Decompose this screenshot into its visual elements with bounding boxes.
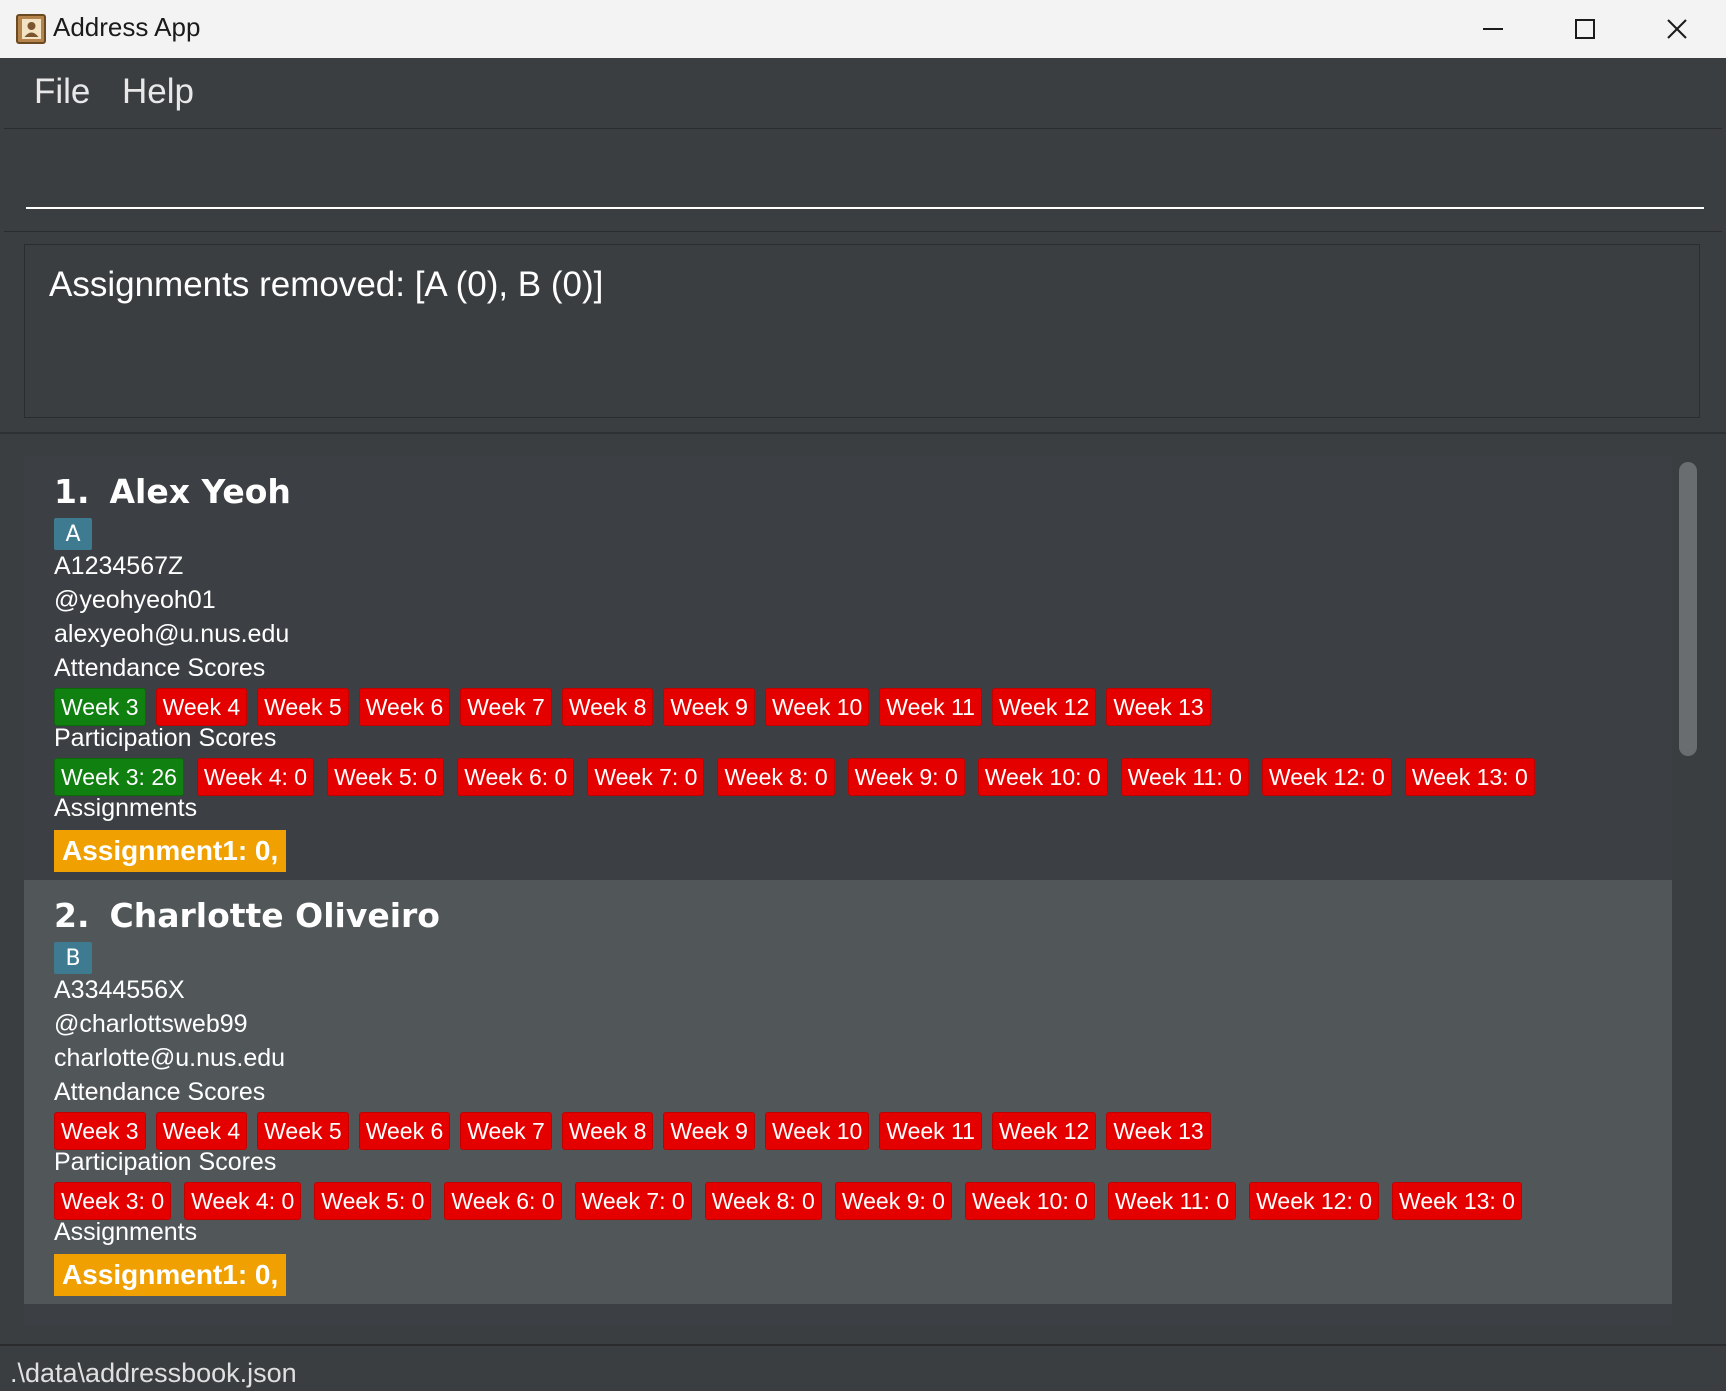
attendance-chip: Week 5 [257, 688, 349, 726]
participation-chip: Week 5: 0 [314, 1182, 432, 1220]
student-id: A3344556X [54, 976, 185, 1004]
attendance-chip: Week 10 [764, 1112, 870, 1150]
telegram-handle: @charlottsweb99 [54, 1010, 248, 1038]
person-name-row: 2. Charlotte Oliveiro [54, 896, 440, 935]
participation-chip: Week 11: 0 [1107, 1182, 1237, 1220]
attendance-chip: Week 6 [358, 688, 451, 726]
participation-chip: Week 7: 0 [587, 758, 705, 796]
participation-chip: Week 9: 0 [847, 758, 965, 796]
person-index: 1. [54, 472, 90, 511]
attendance-chip: Week 12 [991, 688, 1097, 726]
maximize-icon [1575, 19, 1595, 39]
attendance-chip: Week 3 [54, 688, 146, 726]
person-index: 2. [54, 896, 90, 935]
attendance-chips: Week 3 Week 4 Week 5 Week 6 Week 7 Week … [54, 1112, 1211, 1150]
window-title: Address App [53, 12, 201, 42]
person-name: Charlotte Oliveiro [109, 896, 440, 935]
attendance-chip: Week 7 [460, 688, 552, 726]
participation-chips: Week 3: 0 Week 4: 0 Week 5: 0 Week 6: 0 … [54, 1182, 1522, 1220]
assignments-label: Assignments [54, 794, 198, 822]
participation-chip: Week 6: 0 [457, 758, 575, 796]
command-box [4, 128, 1722, 232]
list-scrollbar-thumb[interactable] [1679, 462, 1697, 756]
group-tag: B [54, 942, 92, 974]
participation-chip: Week 3: 26 [54, 758, 184, 796]
participation-chip: Week 10: 0 [977, 758, 1108, 796]
attendance-chip: Week 13 [1106, 1112, 1211, 1150]
address-book-icon [16, 14, 46, 44]
participation-chip: Week 10: 0 [964, 1182, 1095, 1220]
participation-label: Participation Scores [54, 724, 277, 752]
participation-chip: Week 12: 0 [1261, 758, 1392, 796]
attendance-chip: Week 8 [561, 688, 654, 726]
participation-chip: Week 13: 0 [1392, 1182, 1522, 1220]
status-bar: .\data\addressbook.json [0, 1344, 1726, 1391]
attendance-chip: Week 10 [764, 688, 870, 726]
result-display: Assignments removed: [A (0), B (0)] [24, 244, 1700, 418]
participation-chip: Week 11: 0 [1120, 758, 1249, 796]
participation-chip: Week 4: 0 [196, 758, 315, 796]
attendance-chip: Week 7 [460, 1112, 552, 1150]
assignments-label: Assignments [54, 1218, 198, 1246]
close-button[interactable] [1631, 0, 1723, 58]
person-card[interactable]: 2. Charlotte Oliveiro B A3344556X @charlo… [24, 880, 1672, 1304]
person-name: Alex Yeoh [109, 472, 291, 511]
close-icon [1667, 19, 1687, 39]
person-list[interactable]: 1. Alex Yeoh A A1234567Z @yeohyeoh01 alex… [0, 432, 1726, 1344]
attendance-chip: Week 8 [561, 1112, 654, 1150]
window-title-bar: Address App [0, 0, 1726, 58]
participation-chip: Week 5: 0 [327, 758, 445, 796]
attendance-chip: Week 11 [879, 1112, 982, 1150]
attendance-chip: Week 5 [257, 1112, 349, 1150]
assignment-chip: Assignment1: 0, [54, 830, 287, 872]
participation-chip: Week 4: 0 [184, 1182, 302, 1220]
group-tag: A [54, 518, 92, 550]
attendance-label: Attendance Scores [54, 1078, 266, 1106]
assignment-chip: Assignment1: 0, [54, 1254, 287, 1296]
menu-bar: File Help [0, 58, 1726, 128]
participation-chip: Week 8: 0 [717, 758, 835, 796]
person-name-row: 1. Alex Yeoh [54, 472, 291, 511]
menu-file[interactable]: File [34, 72, 90, 112]
minimize-button[interactable] [1447, 0, 1539, 58]
participation-chip: Week 8: 0 [704, 1182, 822, 1220]
maximize-button[interactable] [1539, 0, 1631, 58]
attendance-chip: Week 3 [54, 1112, 146, 1150]
attendance-chips: Week 3 Week 4 Week 5 Week 6 Week 7 Week … [54, 688, 1211, 726]
telegram-handle: @yeohyeoh01 [54, 586, 216, 614]
command-input[interactable] [26, 145, 1704, 209]
participation-chip: Week 3: 0 [54, 1182, 172, 1220]
attendance-chip: Week 11 [879, 688, 982, 726]
person-card-partial[interactable] [24, 1304, 1672, 1326]
attendance-chip: Week 4 [155, 1112, 248, 1150]
data-file-path: .\data\addressbook.json [10, 1358, 297, 1388]
attendance-chip: Week 13 [1106, 688, 1211, 726]
result-message: Assignments removed: [A (0), B (0)] [49, 265, 604, 304]
participation-label: Participation Scores [54, 1148, 277, 1176]
attendance-chip: Week 12 [991, 1112, 1097, 1150]
attendance-label: Attendance Scores [54, 654, 266, 682]
menu-help[interactable]: Help [122, 72, 194, 112]
attendance-chip: Week 9 [663, 688, 755, 726]
attendance-chip: Week 4 [155, 688, 248, 726]
participation-chip: Week 7: 0 [574, 1182, 692, 1220]
attendance-chip: Week 6 [358, 1112, 451, 1150]
minimize-icon [1483, 28, 1503, 30]
student-id: A1234567Z [54, 552, 184, 580]
email: alexyeoh@u.nus.edu [54, 620, 290, 648]
email: charlotte@u.nus.edu [54, 1044, 286, 1072]
person-card[interactable]: 1. Alex Yeoh A A1234567Z @yeohyeoh01 alex… [24, 456, 1672, 880]
participation-chip: Week 13: 0 [1404, 758, 1535, 796]
attendance-chip: Week 9 [663, 1112, 755, 1150]
participation-chip: Week 9: 0 [834, 1182, 952, 1220]
participation-chips: Week 3: 26 Week 4: 0 Week 5: 0 Week 6: 0… [54, 758, 1535, 796]
participation-chip: Week 6: 0 [444, 1182, 562, 1220]
participation-chip: Week 12: 0 [1249, 1182, 1380, 1220]
